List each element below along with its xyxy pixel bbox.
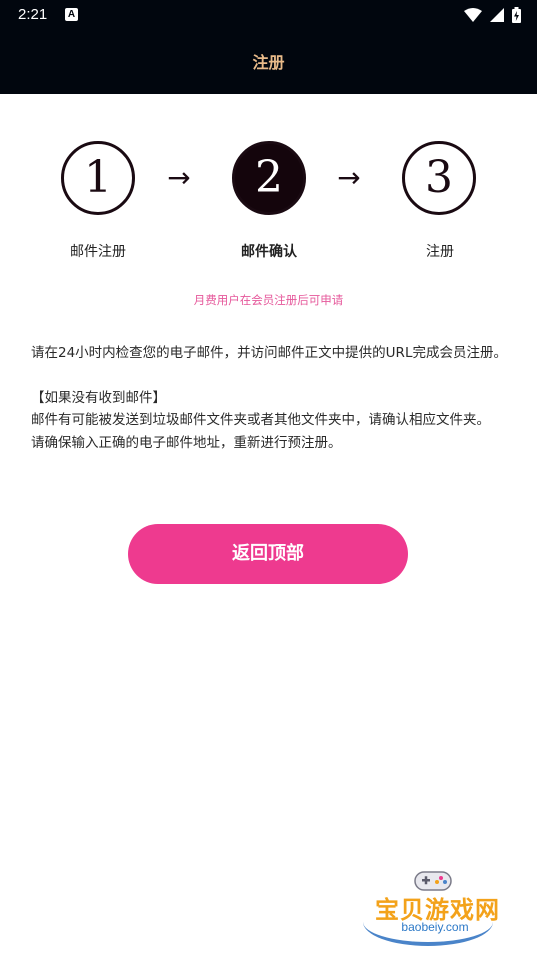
step-2-circle: 2 xyxy=(232,141,306,215)
watermark-url: baobeiy.com xyxy=(401,920,469,934)
arrow-right-icon: → xyxy=(167,161,191,194)
step-1-circle: 1 xyxy=(61,141,135,215)
step-1-label: 邮件注册 xyxy=(70,244,126,260)
back-to-top-button[interactable]: 返回顶部 xyxy=(128,524,408,584)
status-bar: 2:21 A xyxy=(0,0,537,31)
step-3-circle: 3 xyxy=(402,141,476,215)
status-time: 2:21 xyxy=(18,6,48,23)
membership-notice: 月费用户在会员注册后可申请 xyxy=(193,293,344,307)
signal-icon xyxy=(490,8,504,22)
notification-a-icon: A xyxy=(65,8,78,21)
app-header: 注册 xyxy=(0,31,537,94)
instruction-heading: 【如果没有收到邮件】 xyxy=(31,389,166,406)
watermark-logo: 宝贝游戏网 baobeiy.com xyxy=(355,862,520,950)
wifi-icon xyxy=(464,8,482,22)
status-icons xyxy=(464,6,521,24)
step-2-label: 邮件确认 xyxy=(241,244,297,260)
step-3-label: 注册 xyxy=(426,244,454,260)
arrow-right-icon: → xyxy=(337,161,361,194)
instruction-paragraph: 请在24小时内检查您的电子邮件，并访问邮件正文中提供的URL完成会员注册。 xyxy=(31,345,507,361)
instruction-paragraph: 请确保输入正确的电子邮件地址，重新进行预注册。 xyxy=(31,434,342,451)
instructions-text: 请在24小时内检查您的电子邮件，并访问邮件正文中提供的URL完成会员注册。 【如… xyxy=(31,342,509,454)
battery-icon xyxy=(512,7,521,23)
page-title: 注册 xyxy=(252,53,285,72)
instruction-paragraph: 邮件有可能被发送到垃圾邮件文件夹或者其他文件夹中，请确认相应文件夹。 xyxy=(31,412,490,428)
